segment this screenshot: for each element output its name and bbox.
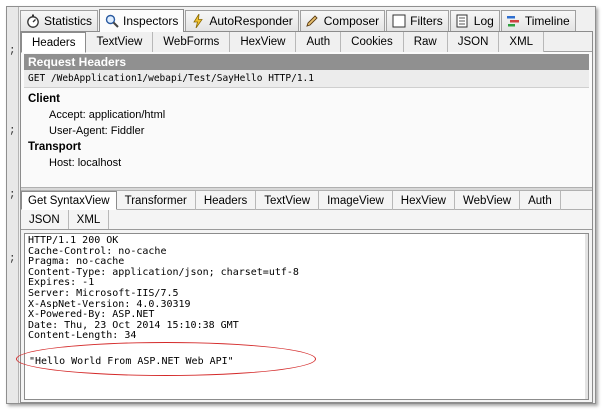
request-line: GET /WebApplication1/webapi/Test/SayHell… xyxy=(24,70,589,88)
response-line: Date: Thu, 23 Oct 2014 15:10:38 GMT xyxy=(28,319,239,331)
response-pane: Get SyntaxView Transformer Headers TextV… xyxy=(16,191,592,402)
response-tab-bar-row2: JSON XML xyxy=(21,210,592,230)
gutter-glyph: ; xyxy=(9,45,16,57)
response-tab-webview[interactable]: WebView xyxy=(455,191,521,210)
header-group-client[interactable]: Client xyxy=(28,91,592,107)
fiddler-window: ; ; ; ; Statistics Inspectors AutoRespon… xyxy=(6,6,596,404)
top-tab-bar: Statistics Inspectors AutoResponder Comp… xyxy=(20,9,577,32)
response-tab-bar-row1: Get SyntaxView Transformer Headers TextV… xyxy=(21,191,592,210)
vertical-scrollbar[interactable] xyxy=(585,234,588,399)
request-tab-webforms[interactable]: WebForms xyxy=(153,32,231,52)
request-tab-headers[interactable]: Headers xyxy=(21,32,87,53)
response-raw-view[interactable]: HTTP/1.1 200 OK Cache-Control: no-cache … xyxy=(16,233,589,400)
header-item[interactable]: Accept: application/html xyxy=(28,107,592,123)
tab-composer[interactable]: Composer xyxy=(299,10,386,31)
response-line: X-Powered-By: ASP.NET xyxy=(28,309,155,321)
tab-timeline[interactable]: Timeline xyxy=(500,10,576,31)
response-tab-auth[interactable]: Auth xyxy=(520,191,561,210)
tab-autoresponder[interactable]: AutoResponder xyxy=(185,10,299,31)
request-tab-textview[interactable]: TextView xyxy=(86,32,154,52)
tab-label: AutoResponder xyxy=(209,14,293,28)
log-icon xyxy=(455,14,470,29)
session-list-gutter: ; ; ; ; xyxy=(7,7,19,403)
gutter-glyph: ; xyxy=(9,189,16,201)
response-line: Pragma: no-cache xyxy=(28,256,125,268)
request-tab-xml[interactable]: XML xyxy=(499,32,545,52)
response-line: HTTP/1.1 200 OK xyxy=(28,235,119,246)
response-tab-hexview[interactable]: HexView xyxy=(393,191,455,210)
inspectors-panel: Headers TextView WebForms HexView Auth C… xyxy=(16,31,593,403)
response-line: X-AspNet-Version: 4.0.30319 xyxy=(28,298,191,310)
response-tab-transformer[interactable]: Transformer xyxy=(117,191,196,210)
tab-label: Log xyxy=(473,14,494,28)
tab-inspectors[interactable]: Inspectors xyxy=(99,9,185,32)
response-tab-textview[interactable]: TextView xyxy=(256,191,320,210)
tab-label: Filters xyxy=(410,14,443,28)
response-headers-text: HTTP/1.1 200 OK Cache-Control: no-cache … xyxy=(25,234,588,342)
tab-label: Statistics xyxy=(44,14,93,28)
gutter-glyph: ; xyxy=(9,125,16,137)
header-item[interactable]: Host: localhost xyxy=(28,155,592,171)
request-tab-raw[interactable]: Raw xyxy=(403,32,448,52)
request-headers-title: Request Headers xyxy=(24,54,589,70)
lightning-icon xyxy=(190,14,205,29)
tab-label: Timeline xyxy=(524,14,570,28)
request-header-tree: Client Accept: application/html User-Age… xyxy=(21,88,592,171)
response-tab-imageview[interactable]: ImageView xyxy=(319,191,393,210)
header-item[interactable]: User-Agent: Fiddler xyxy=(28,123,592,139)
stopwatch-icon xyxy=(25,14,40,29)
tab-label: Composer xyxy=(323,14,380,28)
request-tab-hexview[interactable]: HexView xyxy=(230,32,297,52)
highlight-oval xyxy=(16,342,316,376)
response-line: Content-Type: application/json; charset=… xyxy=(28,266,299,278)
tab-statistics[interactable]: Statistics xyxy=(20,10,99,31)
response-tab-json[interactable]: JSON xyxy=(21,210,69,229)
checkbox-icon xyxy=(391,14,406,29)
request-tab-json[interactable]: JSON xyxy=(447,32,500,52)
request-tab-cookies[interactable]: Cookies xyxy=(341,32,404,52)
pencil-icon xyxy=(305,14,320,29)
response-line: Expires: -1 xyxy=(28,277,95,289)
gutter-glyph: ; xyxy=(9,253,16,265)
magnifier-icon xyxy=(104,14,119,29)
tab-log[interactable]: Log xyxy=(449,10,500,31)
response-tab-get-syntaxview[interactable]: Get SyntaxView xyxy=(21,191,117,210)
request-tab-auth[interactable]: Auth xyxy=(296,32,342,52)
tab-filters[interactable]: Filters xyxy=(386,10,449,31)
response-tab-headers[interactable]: Headers xyxy=(196,191,257,210)
response-line: Content-Length: 34 xyxy=(28,330,137,342)
tab-label: Inspectors xyxy=(123,14,179,28)
timeline-icon xyxy=(506,14,521,29)
response-line: Cache-Control: no-cache xyxy=(28,245,167,257)
request-tab-bar: Headers TextView WebForms HexView Auth C… xyxy=(21,32,592,53)
inspector-area: Statistics Inspectors AutoResponder Comp… xyxy=(16,7,595,403)
response-line: Server: Microsoft-IIS/7.5 xyxy=(28,287,179,299)
header-group-transport[interactable]: Transport xyxy=(28,139,592,155)
response-tab-xml[interactable]: XML xyxy=(69,210,110,229)
